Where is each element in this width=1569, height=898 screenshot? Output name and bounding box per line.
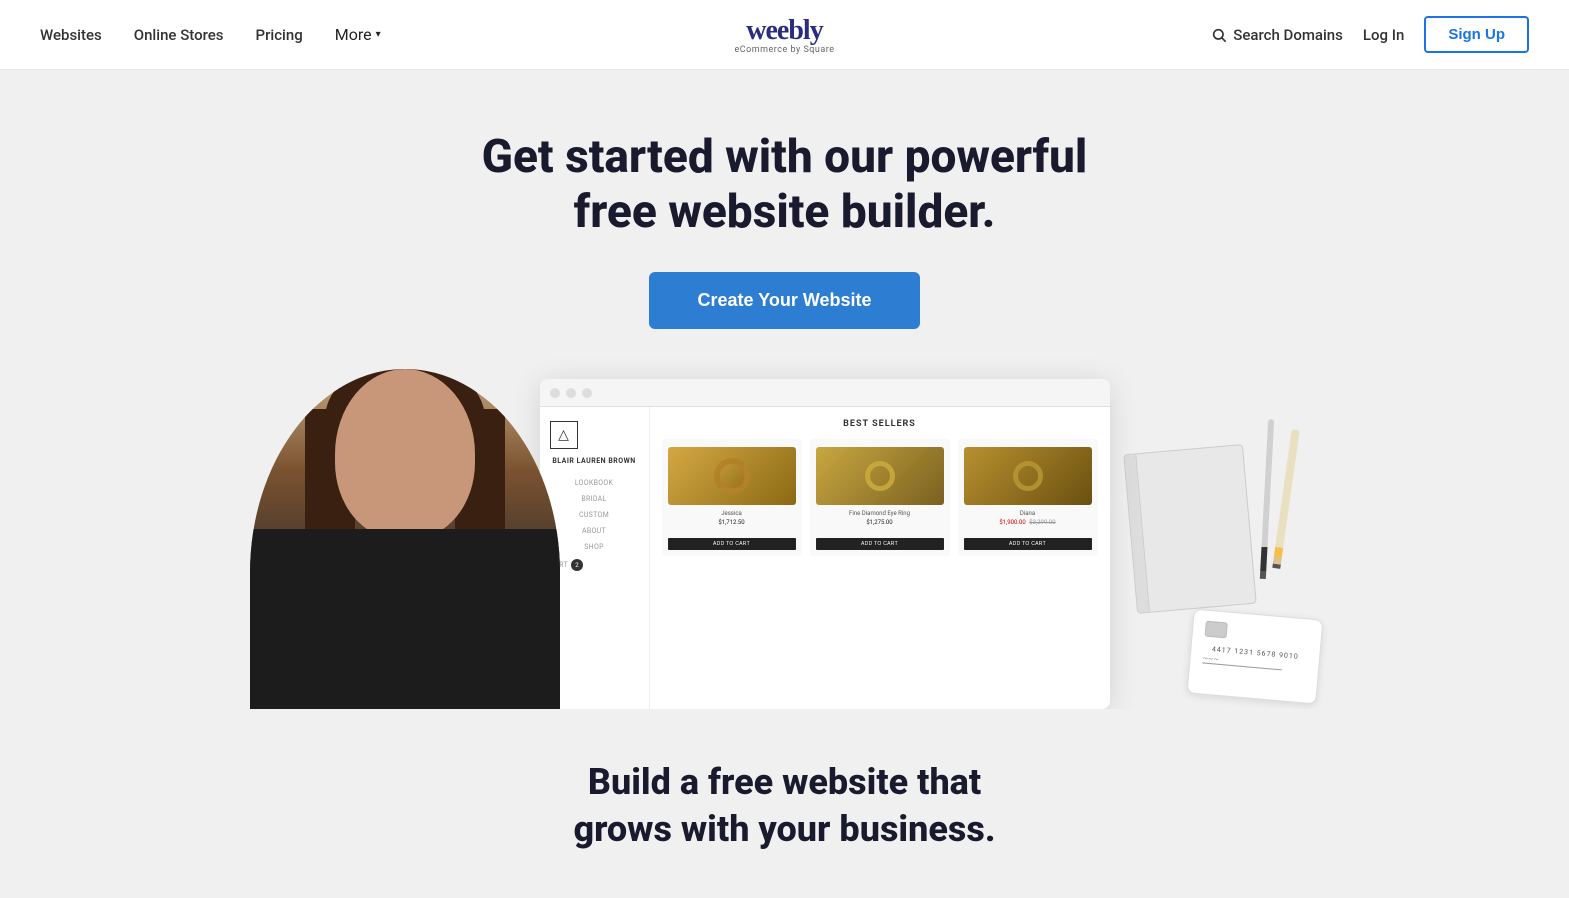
product-img-3: [964, 447, 1092, 505]
card-chip: [1204, 621, 1227, 639]
product-name-1: Jessica: [668, 510, 796, 517]
sidebar-link-cart[interactable]: CART 2: [550, 559, 639, 571]
add-to-cart-3[interactable]: ADD TO CART: [964, 538, 1092, 550]
add-to-cart-1[interactable]: ADD TO CART: [668, 538, 796, 550]
sidebar-link-lookbook[interactable]: LOOKBOOK: [550, 479, 639, 487]
logo-subtext: eCommerce by Square: [734, 45, 834, 55]
search-domains-button[interactable]: Search Domains: [1211, 26, 1343, 44]
login-link[interactable]: Log In: [1363, 26, 1404, 44]
nav-pricing[interactable]: Pricing: [256, 26, 303, 44]
product-img-1: [668, 447, 796, 505]
nav-logo[interactable]: weebly eCommerce by Square: [734, 15, 834, 55]
signup-button[interactable]: Sign Up: [1424, 16, 1529, 53]
create-website-button[interactable]: Create Your Website: [649, 272, 919, 329]
ring-icon-2: [865, 461, 895, 491]
search-domains-label: Search Domains: [1233, 26, 1343, 44]
add-to-cart-2[interactable]: ADD TO CART: [816, 538, 944, 550]
product-card-1: Jessica $1,712.50 ADD TO CART: [662, 439, 802, 556]
mockup-main: BEST SELLERS Jessica $1,712.50 ADD TO CA…: [650, 407, 1110, 709]
product-grid: Jessica $1,712.50 ADD TO CART Fine Diamo…: [662, 439, 1098, 556]
sidebar-brand: BLAIR LAUREN BROWN: [550, 457, 639, 465]
ring-icon-3: [1013, 461, 1043, 491]
navbar: Websites Online Stores Pricing More ▾ we…: [0, 0, 1569, 70]
window-dot-3: [582, 388, 592, 398]
product-name-3: Diana: [964, 510, 1092, 517]
store-mockup: BLAIR LAUREN BROWN LOOKBOOK BRIDAL CUSTO…: [540, 379, 1110, 709]
product-price-1: $1,712.50: [668, 519, 796, 526]
pen-icon: [1259, 419, 1273, 579]
product-price-2: $1,275.00: [816, 519, 944, 526]
original-price-3: $3,299.00: [1029, 519, 1055, 526]
hero-section: Get started with our powerful free websi…: [0, 70, 1569, 709]
credit-card-icon: 4417 1231 5678 9010: [1186, 609, 1323, 705]
notebook-icon: [1123, 444, 1256, 614]
sidebar-link-bridal[interactable]: BRIDAL: [550, 495, 639, 503]
bottom-section: Build a free website thatgrows with your…: [0, 709, 1569, 893]
nav-online-stores[interactable]: Online Stores: [134, 26, 224, 44]
sidebar-link-shop[interactable]: SHOP: [550, 543, 639, 551]
nav-more-label: More: [335, 25, 372, 44]
pencil-icon: [1272, 429, 1299, 569]
nav-left: Websites Online Stores Pricing More ▾: [40, 25, 381, 44]
right-illustration: 4417 1231 5678 9010: [1120, 429, 1320, 709]
sidebar-link-about[interactable]: ABOUT: [550, 527, 639, 535]
product-card-3: Diana $1,900.00 $3,299.00 ADD TO CART: [958, 439, 1098, 556]
logo-wordmark: weebly: [734, 15, 834, 47]
mockup-body: BLAIR LAUREN BROWN LOOKBOOK BRIDAL CUSTO…: [540, 407, 1110, 709]
best-sellers-title: BEST SELLERS: [662, 419, 1098, 429]
notebook-spine: [1124, 455, 1150, 613]
body: [250, 529, 560, 709]
ring-icon-1: [714, 458, 750, 494]
product-img-2: [816, 447, 944, 505]
hero-headline: Get started with our powerful free websi…: [445, 130, 1125, 240]
product-card-2: Fine Diamond Eye Ring $1,275.00 ADD TO C…: [810, 439, 950, 556]
chevron-down-icon: ▾: [376, 29, 381, 40]
product-name-2: Fine Diamond Eye Ring: [816, 510, 944, 517]
product-price-3: $1,900.00 $3,299.00: [964, 519, 1092, 526]
mockup-titlebar: [540, 379, 1110, 407]
cart-badge: 2: [571, 559, 583, 571]
nav-more[interactable]: More ▾: [335, 25, 381, 44]
nav-websites[interactable]: Websites: [40, 26, 102, 44]
sale-price-3: $1,900.00: [999, 519, 1025, 526]
sidebar-link-custom[interactable]: CUSTOM: [550, 511, 639, 519]
person-image: [250, 369, 560, 709]
nav-right: Search Domains Log In Sign Up: [1211, 16, 1529, 53]
face: [335, 369, 475, 539]
bottom-headline: Build a free website thatgrows with your…: [20, 759, 1549, 853]
window-dot-2: [566, 388, 576, 398]
hero-content-area: BLAIR LAUREN BROWN LOOKBOOK BRIDAL CUSTO…: [185, 369, 1385, 709]
search-icon: [1211, 27, 1227, 43]
